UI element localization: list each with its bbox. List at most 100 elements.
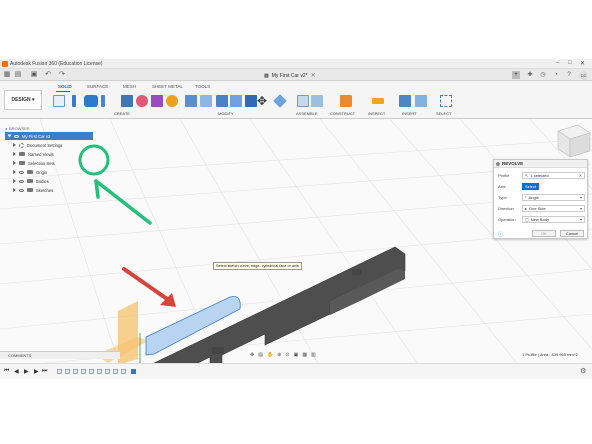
tab-mesh[interactable]: MESH [123,84,136,89]
axis-select-button[interactable]: Select [522,183,540,190]
browser-item-named-views[interactable]: Named Views [13,150,54,158]
new-tab-plus-icon[interactable]: + [512,71,520,79]
look-at-icon[interactable]: ▤ [258,352,263,358]
collapse-icon[interactable]: ◂ [5,126,7,131]
maximize-icon[interactable]: □ [568,60,572,66]
app-grid-icon[interactable]: ▦ [3,71,11,79]
expand-icon[interactable] [13,179,16,183]
assemble-group-label[interactable]: ASSEMBLE [296,111,318,116]
cancel-button[interactable]: Cancel [560,230,584,237]
fillet-icon[interactable] [200,95,212,107]
select-icon[interactable] [440,95,452,107]
new-component-icon[interactable] [297,95,309,107]
timeline-feature[interactable] [73,369,78,374]
create-group-label[interactable]: CREATE [114,111,130,116]
insert-derive-icon[interactable] [399,95,411,107]
expand-icon[interactable] [7,134,12,138]
timeline-feature[interactable] [97,369,102,374]
step-forward-icon[interactable]: ▶ [34,368,39,375]
comments-panel[interactable]: COMMENTS [0,351,120,359]
play-icon[interactable]: ▶ [24,368,29,375]
type-select[interactable]: ◜ Angle ▾ [522,194,585,201]
visibility-eye-icon[interactable] [14,134,19,138]
align-icon[interactable] [273,94,287,108]
minimize-icon[interactable]: – [556,60,559,66]
expand-icon[interactable] [13,188,16,192]
close-tab-icon[interactable]: ✕ [311,72,316,79]
help-icon[interactable]: ? [565,71,573,79]
operation-select[interactable]: ▢ New Body ▾ [522,216,585,223]
timeline-marker[interactable] [131,369,136,374]
zoom-icon[interactable]: ⊕ [277,352,281,358]
box-icon[interactable] [121,95,133,107]
step-back-icon[interactable]: ◀ [14,368,19,375]
notifications-icon[interactable]: ◷ [539,71,547,79]
pan-icon[interactable]: ✋ [267,352,273,358]
sweep-icon[interactable] [101,95,105,107]
profile-selector[interactable]: ↖ 1 selected ✕ [522,172,585,179]
shell-icon[interactable] [230,95,242,107]
avatar[interactable]: CC [579,71,588,80]
new-sketch-icon[interactable] [53,95,65,107]
modify-group-label[interactable]: MODIFY [218,111,234,116]
measure-icon[interactable] [372,98,384,104]
file-icon[interactable]: ▤ [14,71,22,79]
visibility-eye-icon[interactable] [19,188,24,192]
chamfer-icon[interactable] [216,95,228,107]
expand-icon[interactable] [13,143,16,147]
tab-surface[interactable]: SURFACE [87,84,108,89]
dialog-collapse-icon[interactable] [496,162,500,166]
browser-item-bodies[interactable]: Bodies [13,177,49,185]
timeline-feature[interactable] [65,369,70,374]
go-to-end-icon[interactable]: ⏭ [42,368,47,375]
tab-sheet-metal[interactable]: SHEET METAL [152,84,183,89]
ok-button[interactable]: OK [532,230,556,237]
jobs-icon[interactable]: ◔ [552,71,560,79]
workspace-switcher[interactable]: DESIGN ▾ [4,90,42,110]
orbit-icon[interactable]: ✥ [250,352,254,358]
construct-group-label[interactable]: CONSTRUCT [330,111,355,116]
timeline-feature[interactable] [121,369,126,374]
browser-item-origin[interactable]: Origin [13,168,47,176]
mirror-icon[interactable] [166,95,178,107]
undo-icon[interactable]: ↶ [44,71,52,79]
insert-group-label[interactable]: INSERT [402,111,417,116]
expand-icon[interactable] [13,170,16,174]
clear-selection-icon[interactable]: ✕ [579,173,582,178]
redo-icon[interactable]: ↷ [58,71,66,79]
visibility-eye-icon[interactable] [19,170,24,174]
browser-item-document-settings[interactable]: Document Settings [13,141,62,149]
browser-item-sketches[interactable]: Sketches [13,186,53,194]
extrude-icon[interactable] [72,95,76,107]
info-icon[interactable]: ⓘ [498,231,503,238]
browser-item-selection-sets[interactable]: Selection Sets [13,159,55,167]
timeline-feature[interactable] [113,369,118,374]
viewports-icon[interactable]: ▥ [311,352,316,358]
joint-icon[interactable] [311,95,323,107]
go-to-start-icon[interactable]: ⏮ [4,368,9,375]
revolve-dialog-header[interactable]: REVOLVE [494,160,587,168]
direction-select[interactable]: ▸ One Side ▾ [522,205,585,212]
combine-icon[interactable] [245,95,257,107]
form-icon[interactable] [136,95,148,107]
extensions-icon[interactable]: ✚ [526,71,534,79]
timeline-feature[interactable] [89,369,94,374]
move-icon[interactable]: ✥ [257,95,269,107]
tab-tools[interactable]: TOOLS [195,84,210,89]
tab-solid[interactable]: SOLID [58,84,72,89]
save-icon[interactable]: ▣ [30,71,38,79]
revolve-icon[interactable] [84,95,98,107]
press-pull-icon[interactable] [185,95,197,107]
fit-icon[interactable]: ⊙ [285,352,289,358]
expand-icon[interactable] [13,152,16,156]
timeline-feature[interactable] [57,369,62,374]
grid-settings-icon[interactable]: ▦ [302,352,307,358]
browser-root[interactable]: My First Car v2 [5,132,93,140]
visibility-eye-icon[interactable] [19,179,24,183]
pattern-icon[interactable] [151,95,163,107]
expand-icon[interactable] [13,161,16,165]
timeline-feature[interactable] [81,369,86,374]
inspect-group-label[interactable]: INSPECT [368,111,385,116]
gear-icon[interactable]: ⚙ [580,367,586,375]
insert-canvas-icon[interactable] [415,95,427,107]
